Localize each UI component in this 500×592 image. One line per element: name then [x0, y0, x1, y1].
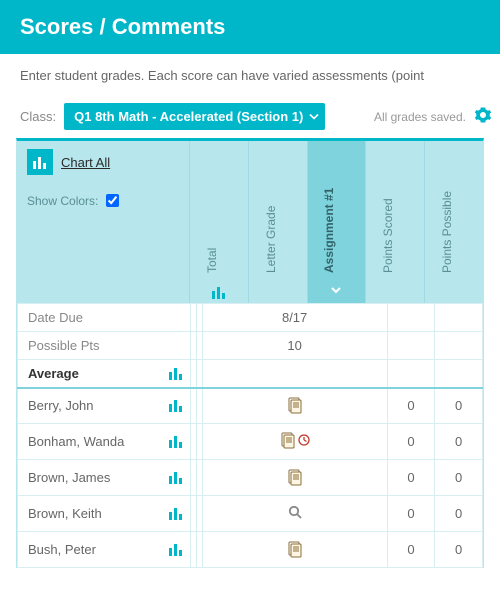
row-name-cell: Average	[18, 360, 191, 388]
class-dropdown-value: Q1 8th Math - Accelerated (Section 1)	[74, 109, 303, 124]
grid-cell	[435, 304, 483, 332]
row-student: Bush, Peter 00	[18, 532, 483, 568]
column-header-label: Total	[205, 248, 219, 273]
row-name-cell: Bush, Peter	[18, 532, 191, 568]
student-name[interactable]: Brown, Keith	[28, 506, 102, 521]
grid-cell	[387, 332, 435, 360]
bar-chart-icon[interactable]	[168, 471, 184, 484]
row-student: Bonham, Wanda 00	[18, 424, 483, 460]
grid-cell: 10	[202, 332, 387, 360]
row-date-due: Date Due 8/17	[18, 304, 483, 332]
grid-cell: 0	[387, 424, 435, 460]
grid-cell[interactable]	[202, 496, 387, 532]
column-header-label: Assignment #1	[322, 188, 336, 273]
row-student: Brown, Keith 00	[18, 496, 483, 532]
chevron-down-icon	[309, 109, 319, 124]
assignment-paper-icon[interactable]	[284, 394, 306, 416]
column-header-label: Points Possible	[440, 191, 454, 273]
class-label: Class:	[20, 109, 56, 124]
page-header: Scores / Comments	[0, 0, 500, 54]
bar-chart-icon[interactable]	[168, 507, 184, 520]
assignment-paper-icon[interactable]	[284, 466, 306, 488]
column-header-letter[interactable]: Letter Grade	[249, 141, 308, 303]
grades-table: Date Due 8/17 Possible Pts 10 Average Berry, …	[17, 303, 483, 568]
grid-cell: 0	[435, 424, 483, 460]
grid-super-header: Chart All Show Colors: Total Letter Grade…	[17, 141, 483, 303]
student-name[interactable]: Bonham, Wanda	[28, 434, 124, 449]
row-name-cell: Brown, James	[18, 460, 191, 496]
row-student: Berry, John 00	[18, 388, 483, 424]
bar-chart-icon[interactable]	[168, 399, 184, 412]
average-label: Average	[28, 366, 79, 381]
student-name[interactable]: Bush, Peter	[28, 542, 96, 557]
gear-icon[interactable]	[474, 106, 492, 127]
grid-cell: 0	[435, 532, 483, 568]
super-header-left: Chart All Show Colors:	[17, 141, 190, 303]
bar-chart-icon[interactable]	[168, 367, 184, 380]
chart-all-link[interactable]: Chart All	[61, 155, 110, 170]
grid-cell: 0	[387, 532, 435, 568]
row-name-cell: Berry, John	[18, 388, 191, 424]
bar-chart-icon[interactable]	[211, 286, 227, 299]
grid-cell: 0	[387, 496, 435, 532]
row-average: Average	[18, 360, 483, 388]
class-dropdown[interactable]: Q1 8th Math - Accelerated (Section 1)	[64, 103, 325, 130]
bar-chart-icon[interactable]	[168, 543, 184, 556]
grid-cell[interactable]	[202, 532, 387, 568]
date-due-label: Date Due	[28, 310, 83, 325]
row-name-cell: Brown, Keith	[18, 496, 191, 532]
column-header-assign1[interactable]: Assignment #1	[308, 141, 367, 303]
chart-all-icon[interactable]	[27, 149, 53, 175]
column-header-label: Points Scored	[381, 198, 395, 273]
grid-cell: 0	[435, 460, 483, 496]
gradebook-grid: Chart All Show Colors: Total Letter Grade…	[16, 138, 484, 568]
grid-cell	[202, 360, 387, 388]
show-colors-checkbox[interactable]	[106, 194, 119, 207]
toolbar: Class: Q1 8th Math - Accelerated (Sectio…	[0, 97, 500, 136]
column-header-pts_possible[interactable]: Points Possible	[425, 141, 483, 303]
grid-cell	[387, 304, 435, 332]
grid-cell: 0	[387, 388, 435, 424]
assignment-paper-late-icon[interactable]	[279, 431, 310, 449]
chevron-down-icon[interactable]	[330, 284, 342, 299]
saved-status: All grades saved.	[374, 110, 466, 124]
grid-cell[interactable]	[202, 424, 387, 460]
grid-cell: 0	[387, 460, 435, 496]
column-header-label: Letter Grade	[264, 206, 278, 273]
bar-chart-icon[interactable]	[168, 435, 184, 448]
assignment-paper-icon[interactable]	[284, 538, 306, 560]
grid-cell	[435, 332, 483, 360]
show-colors-label: Show Colors:	[27, 194, 98, 208]
grid-cell: 8/17	[202, 304, 387, 332]
column-header-pts_scored[interactable]: Points Scored	[366, 141, 425, 303]
grid-cell	[387, 360, 435, 388]
grid-cell	[435, 360, 483, 388]
intro-text: Enter student grades. Each score can hav…	[0, 54, 500, 97]
row-name-cell: Date Due	[18, 304, 191, 332]
row-possible-pts: Possible Pts 10	[18, 332, 483, 360]
grid-cell[interactable]	[202, 460, 387, 496]
search-icon[interactable]	[287, 508, 303, 523]
page-title: Scores / Comments	[20, 14, 480, 40]
grid-cell: 0	[435, 496, 483, 532]
student-name[interactable]: Berry, John	[28, 398, 94, 413]
row-name-cell: Bonham, Wanda	[18, 424, 191, 460]
possible-pts-label: Possible Pts	[28, 338, 100, 353]
grid-cell: 0	[435, 388, 483, 424]
column-header-total[interactable]: Total	[190, 141, 249, 303]
row-student: Brown, James 00	[18, 460, 483, 496]
row-name-cell: Possible Pts	[18, 332, 191, 360]
grid-cell[interactable]	[202, 388, 387, 424]
student-name[interactable]: Brown, James	[28, 470, 110, 485]
